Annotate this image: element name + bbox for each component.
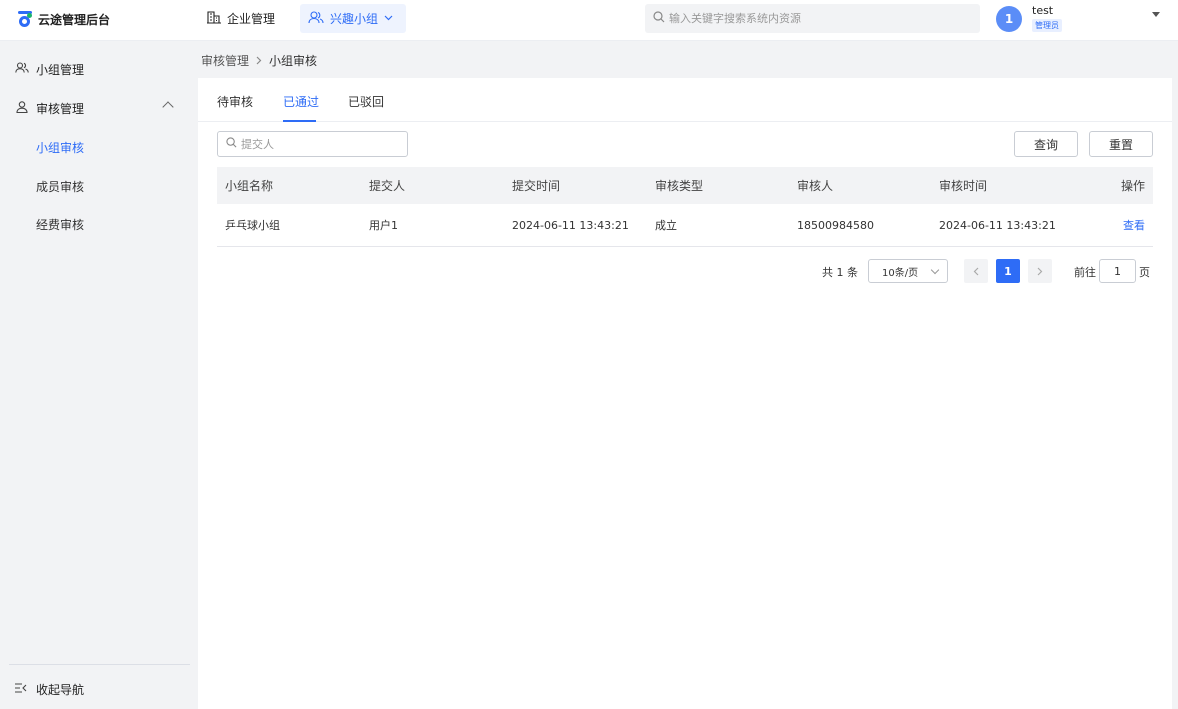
cell-audit-time: 2024-06-11 13:43:21 xyxy=(939,218,1056,232)
next-page-button[interactable] xyxy=(1028,259,1052,283)
view-link[interactable]: 查看 xyxy=(1123,204,1145,246)
nav-interest-group[interactable]: 兴趣小组 xyxy=(300,4,406,33)
prev-page-button[interactable] xyxy=(964,259,988,283)
tab-pending[interactable]: 待审核 xyxy=(217,93,253,110)
search-icon xyxy=(226,137,237,151)
column-header: 提交时间 xyxy=(512,179,561,193)
sidebar: 小组管理 审核管理 小组审核 成员审核 经费审核 收起导航 xyxy=(0,41,198,709)
column-header: 提交人 xyxy=(369,179,406,193)
chevron-right-icon xyxy=(1037,267,1043,275)
page-number-current[interactable]: 1 xyxy=(996,259,1020,283)
collapse-icon xyxy=(15,683,27,696)
global-search-input[interactable] xyxy=(669,12,969,25)
tab-rejected[interactable]: 已驳回 xyxy=(348,93,384,110)
chevron-down-icon xyxy=(930,265,940,275)
main-panel: 待审核 已通过 已驳回 查询 重置 小组名称 提交人 提交时间 审核类型 审核人… xyxy=(198,78,1172,709)
query-button[interactable]: 查询 xyxy=(1014,131,1078,157)
chevron-up-icon[interactable] xyxy=(162,101,174,113)
table-header: 小组名称 提交人 提交时间 审核类型 审核人 审核时间 操作 xyxy=(217,167,1153,204)
page-size-value: 10条/页 xyxy=(882,267,919,279)
search-icon xyxy=(653,11,665,26)
collapse-nav-label: 收起导航 xyxy=(36,683,85,697)
user-audit-icon xyxy=(15,100,29,116)
caret-down-icon[interactable] xyxy=(1152,12,1160,17)
submitter-filter[interactable] xyxy=(217,131,408,157)
user-name: test xyxy=(1032,4,1054,17)
chevron-down-icon xyxy=(384,13,393,24)
goto-page-input[interactable] xyxy=(1099,259,1136,283)
nav-interest-label: 兴趣小组 xyxy=(330,12,379,26)
sidebar-item-label: 审核管理 xyxy=(36,101,85,116)
sidebar-item-audit-management[interactable]: 审核管理 xyxy=(0,90,198,126)
sidebar-divider xyxy=(9,664,190,665)
page-size-select[interactable]: 10条/页 xyxy=(868,259,948,283)
cell-group-name: 乒乓球小组 xyxy=(225,219,280,232)
group-icon xyxy=(15,62,29,76)
global-search[interactable] xyxy=(645,4,980,33)
breadcrumb-current: 小组审核 xyxy=(269,54,318,68)
pagination: 共 1 条 10条/页 1 前往 页 xyxy=(198,259,1172,283)
sidebar-subitem-funding-audit[interactable]: 经费审核 xyxy=(36,216,84,233)
group-icon xyxy=(308,10,324,27)
chevron-left-icon xyxy=(973,267,979,275)
chevron-right-icon xyxy=(256,54,262,68)
sidebar-subitem-member-audit[interactable]: 成员审核 xyxy=(36,178,84,195)
app-title: 云途管理后台 xyxy=(38,12,111,27)
cell-auditor: 18500984580 xyxy=(797,218,874,232)
logo-icon xyxy=(17,10,33,28)
nav-enterprise-management[interactable]: 企业管理 xyxy=(199,4,283,33)
reset-button[interactable]: 重置 xyxy=(1089,131,1153,157)
collapse-nav-button[interactable]: 收起导航 xyxy=(15,681,84,698)
total-count: 共 1 条 xyxy=(822,266,858,279)
submitter-input[interactable] xyxy=(241,137,401,151)
user-avatar[interactable]: 1 xyxy=(996,6,1022,32)
cell-submitter: 用户1 xyxy=(369,219,398,232)
top-header: 云途管理后台 企业管理 兴趣小组 1 test 管理员 xyxy=(0,0,1178,41)
nav-enterprise-label: 企业管理 xyxy=(227,12,276,26)
column-header: 审核时间 xyxy=(939,179,988,193)
building-icon xyxy=(207,10,221,27)
user-role-badge: 管理员 xyxy=(1032,19,1062,32)
column-header: 审核人 xyxy=(797,179,834,193)
column-header: 小组名称 xyxy=(225,179,274,193)
goto-suffix: 页 xyxy=(1139,266,1150,279)
sidebar-subitem-group-audit[interactable]: 小组审核 xyxy=(36,139,84,156)
sidebar-item-label: 小组管理 xyxy=(36,62,85,77)
audit-table: 小组名称 提交人 提交时间 审核类型 审核人 审核时间 操作 乒乓球小组 用户1… xyxy=(217,167,1153,247)
sidebar-item-group-management[interactable]: 小组管理 xyxy=(0,51,198,87)
breadcrumb-parent[interactable]: 审核管理 xyxy=(201,52,249,69)
breadcrumb: 审核管理 小组审核 xyxy=(201,52,317,69)
audit-tabs: 待审核 已通过 已驳回 xyxy=(198,78,1172,122)
tab-approved[interactable]: 已通过 xyxy=(283,93,319,110)
cell-audit-type: 成立 xyxy=(655,219,677,232)
active-tab-indicator xyxy=(283,120,316,122)
column-header: 审核类型 xyxy=(655,179,704,193)
app-logo[interactable]: 云途管理后台 xyxy=(17,9,110,29)
table-row: 乒乓球小组 用户1 2024-06-11 13:43:21 成立 1850098… xyxy=(217,204,1153,247)
cell-submit-time: 2024-06-11 13:43:21 xyxy=(512,218,629,232)
goto-label: 前往 xyxy=(1074,266,1096,279)
column-header: 操作 xyxy=(1120,179,1145,193)
